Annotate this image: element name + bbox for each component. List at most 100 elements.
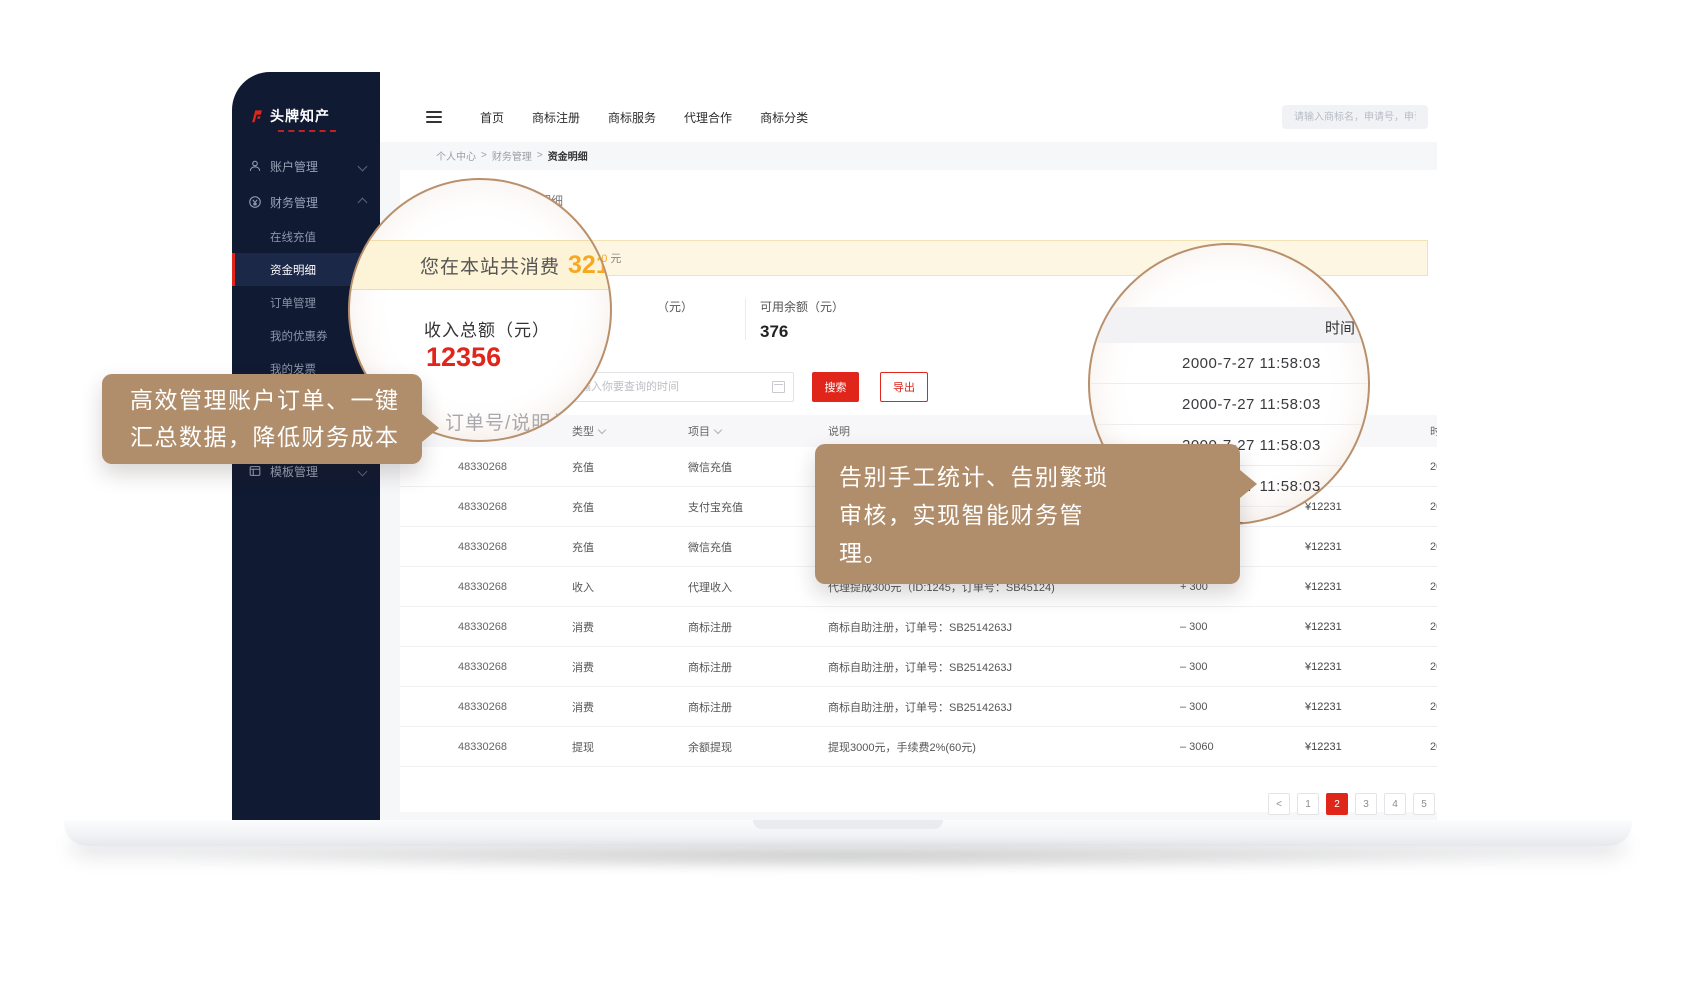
banner-amount-big: 32124	[568, 251, 612, 280]
tooltip-left: 高效管理账户订单、一键汇总数据，降低财务成本	[102, 374, 422, 464]
laptop-shadow	[140, 844, 1556, 870]
pagination-page-button[interactable]: 1	[1297, 793, 1319, 815]
table-cell: 2000-7-27 11:58:03	[1430, 581, 1437, 593]
table-cell: 48330268	[458, 501, 507, 513]
tooltip-right: 告别手工统计、告别繁琐审核，实现智能财务管理。	[815, 444, 1240, 584]
table-cell: ¥12231	[1305, 541, 1342, 553]
table-cell: 商标自助注册，订单号：SB2514263J	[828, 659, 1012, 675]
sort-icon[interactable]	[714, 426, 722, 434]
table-cell: 2000-7-27 11:58:03	[1430, 461, 1437, 473]
search-input[interactable]	[1282, 105, 1428, 129]
stat-label: （元）	[657, 298, 693, 315]
pagination: <12345	[1268, 793, 1437, 815]
brand-icon	[250, 109, 264, 123]
table-cell: 2000-7-27 11:58:03	[1430, 501, 1437, 513]
stat-value: 376	[760, 322, 844, 342]
table-cell: 消费	[572, 699, 594, 715]
sidebar-item-finance[interactable]: 财务管理	[232, 184, 380, 220]
table-cell: 商标注册	[688, 619, 732, 635]
finance-icon	[248, 195, 262, 209]
magnified-stat-value: 12356	[426, 342, 501, 373]
nav-item-1[interactable]: 首页	[480, 109, 504, 126]
tooltip-text-line: 汇总数据，降低财务成本	[130, 419, 422, 456]
table-cell: 2000-7-27 11:58:03	[1430, 621, 1437, 633]
table-cell: 支付宝充值	[688, 499, 743, 515]
banner-unit: 元	[610, 253, 621, 265]
page: { "colors": { "accent_red": "#e0251b", "…	[0, 0, 1696, 1002]
stat-divider	[745, 298, 746, 340]
laptop-base	[64, 820, 1632, 846]
nav-item-4[interactable]: 代理合作	[684, 109, 732, 126]
table-cell: 48330268	[458, 541, 507, 553]
table-cell: 48330268	[458, 461, 507, 473]
nav-item-3[interactable]: 商标服务	[608, 109, 656, 126]
table-cell: 48330268	[458, 661, 507, 673]
table-cell: 48330268	[458, 581, 507, 593]
tooltip-text-line: 理。	[839, 534, 1240, 572]
column-header: 时间	[1430, 423, 1437, 439]
magnified-time-cell: 2000-7-27 11:58:03	[1088, 343, 1370, 384]
column-header-label: 项目	[688, 426, 710, 438]
column-header-label: 时间	[1430, 426, 1437, 438]
table-cell: 48330268	[458, 741, 507, 753]
table-cell: ¥12231	[1305, 741, 1342, 753]
table-cell: 微信充值	[688, 459, 732, 475]
table-row: 48330268消费商标注册商标自助注册，订单号：SB2514263J– 300…	[400, 687, 1437, 727]
menu-icon[interactable]	[426, 111, 442, 123]
tooltip-text-line: 审核，实现智能财务管	[839, 496, 1240, 534]
logo-text: 头牌知产	[270, 106, 330, 126]
breadcrumb-part[interactable]: 财务管理	[492, 148, 532, 163]
stat-label: 可用余额（元）	[760, 298, 844, 315]
table-cell: ¥12231	[1305, 701, 1342, 713]
nav-item-5[interactable]: 商标分类	[760, 109, 808, 126]
top-navbar: 首页 商标注册 商标服务 代理合作 商标分类	[380, 92, 1437, 143]
chevron-up-icon	[358, 197, 368, 207]
pagination-page-button[interactable]: 3	[1355, 793, 1377, 815]
column-header: 说明	[828, 423, 850, 439]
table-cell: 48330268	[458, 621, 507, 633]
sidebar-item-account[interactable]: 账户管理	[232, 148, 380, 184]
breadcrumb-part[interactable]: 个人中心	[436, 148, 476, 163]
export-button[interactable]: 导出	[880, 372, 928, 402]
magnified-time-header: 时间	[1088, 307, 1370, 343]
table-cell: 商标注册	[688, 659, 732, 675]
table-cell: 消费	[572, 659, 594, 675]
magnified-stat-label: 收入总额（元）	[424, 316, 550, 341]
chevron-down-icon	[358, 466, 368, 476]
table-cell: 商标注册	[688, 699, 732, 715]
table-cell: 2000-7-27 11:58:03	[1430, 741, 1437, 753]
magnified-time-cell: 2000-7-27 11:58:03	[1088, 384, 1370, 425]
pagination-page-button[interactable]: 2	[1326, 793, 1348, 815]
logo[interactable]: 头牌知产	[250, 106, 330, 126]
sidebar-item-label: 账户管理	[270, 158, 318, 175]
breadcrumb-part: 资金明细	[548, 148, 588, 163]
pagination-page-button[interactable]: 4	[1384, 793, 1406, 815]
sort-icon[interactable]	[598, 426, 606, 434]
table-row: 48330268提现余额提现提现3000元，手续费2%(60元)– 3060¥1…	[400, 727, 1437, 767]
table-cell: – 300	[1180, 621, 1208, 633]
calendar-icon[interactable]	[772, 381, 785, 393]
table-cell: 商标自助注册，订单号：SB2514263J	[828, 699, 1012, 715]
column-header[interactable]: 项目	[688, 423, 721, 439]
table-cell: 2000-7-27 11:58:03	[1430, 541, 1437, 553]
stat-expense: （元）	[657, 298, 693, 322]
nav-item-2[interactable]: 商标注册	[532, 109, 580, 126]
table-cell: 代理收入	[688, 579, 732, 595]
pagination-page-button[interactable]: 5	[1413, 793, 1435, 815]
breadcrumb-separator: >	[481, 150, 487, 161]
table-row: 48330268消费商标注册商标自助注册，订单号：SB2514263J– 300…	[400, 647, 1437, 687]
table-cell: 充值	[572, 539, 594, 555]
breadcrumb: 个人中心>财务管理>资金明细	[380, 142, 1437, 168]
user-icon	[248, 159, 262, 173]
table-cell: 收入	[572, 579, 594, 595]
logo-tagline	[278, 128, 336, 132]
table-cell: ¥12231	[1305, 621, 1342, 633]
time-header-label: 时间	[1325, 317, 1355, 338]
table-cell: 48330268	[458, 701, 507, 713]
table-cell: ¥12231	[1305, 661, 1342, 673]
pagination-prev-button[interactable]: <	[1268, 793, 1290, 815]
search-button[interactable]: 搜索	[812, 372, 859, 402]
table-cell: 商标自助注册，订单号：SB2514263J	[828, 619, 1012, 635]
table-cell: – 3060	[1180, 741, 1214, 753]
sidebar-item-label: 财务管理	[270, 194, 318, 211]
